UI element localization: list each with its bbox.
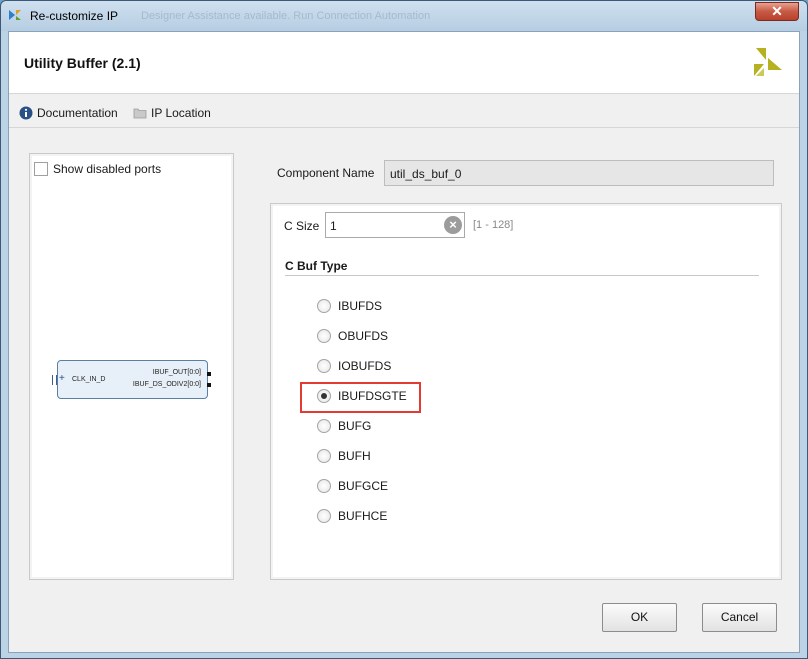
info-icon xyxy=(19,106,33,120)
radio-iobufds[interactable]: IOBUFDS xyxy=(317,359,391,373)
ip-location-label: IP Location xyxy=(151,106,211,120)
symbol-preview-panel: Show disabled ports + CLK_IN_D IBUF_OUT[… xyxy=(29,153,234,580)
expand-plus-icon: + xyxy=(59,373,65,384)
radio-button[interactable] xyxy=(317,509,331,523)
window-title: Re-customize IP xyxy=(30,9,119,23)
selection-highlight-box xyxy=(300,382,421,413)
output-pin xyxy=(207,383,211,387)
radio-button[interactable] xyxy=(317,359,331,373)
output-port-label: IBUF_DS_ODIV2[0:0] xyxy=(132,381,201,388)
radio-button[interactable] xyxy=(317,449,331,463)
recustomize-ip-dialog: Re-customize IP Designer Assistance avai… xyxy=(0,0,808,659)
radio-label: BUFG xyxy=(338,419,372,433)
radio-button[interactable] xyxy=(317,299,331,313)
clear-icon[interactable]: × xyxy=(444,216,462,234)
radio-ibufds[interactable]: IBUFDS xyxy=(317,299,382,313)
show-disabled-ports-checkbox[interactable] xyxy=(34,162,48,176)
output-port-label: IBUF_OUT[0:0] xyxy=(152,369,201,376)
radio-label: IOBUFDS xyxy=(338,359,392,373)
input-port-label: CLK_IN_D xyxy=(72,376,106,383)
radio-bufg[interactable]: BUFG xyxy=(317,419,371,433)
background-banner-text: Designer Assistance available. Run Conne… xyxy=(141,10,431,22)
component-name-label: Component Name xyxy=(277,166,375,180)
component-name-field[interactable]: util_ds_buf_0 xyxy=(384,160,774,186)
vivado-app-icon xyxy=(9,10,21,20)
radio-label: BUFGCE xyxy=(338,479,389,493)
radio-obufds[interactable]: OBUFDS xyxy=(317,329,388,343)
cancel-button[interactable]: Cancel xyxy=(702,603,777,632)
ip-location-link[interactable]: IP Location xyxy=(133,106,211,120)
dialog-body: Utility Buffer (2.1) Documentation IP Lo… xyxy=(8,31,800,653)
c-size-range: [1 - 128] xyxy=(473,219,514,231)
close-button[interactable]: ✕ xyxy=(755,2,799,21)
radio-label: BUFHCE xyxy=(338,509,388,523)
radio-button[interactable] xyxy=(317,419,331,433)
xilinx-logo-icon xyxy=(754,48,782,76)
documentation-link[interactable]: Documentation xyxy=(19,106,118,120)
radio-label: OBUFDS xyxy=(338,329,389,343)
ok-button[interactable]: OK xyxy=(602,603,677,632)
input-bus-pin xyxy=(52,375,57,385)
header: Utility Buffer (2.1) xyxy=(9,32,799,94)
page-title: Utility Buffer (2.1) xyxy=(24,55,141,71)
link-bar: Documentation IP Location xyxy=(9,98,799,128)
radio-bufgce[interactable]: BUFGCE xyxy=(317,479,388,493)
radio-label: BUFH xyxy=(338,449,371,463)
documentation-label: Documentation xyxy=(37,106,118,120)
radio-button[interactable] xyxy=(317,329,331,343)
folder-icon xyxy=(133,108,147,119)
buf-type-section-title: C Buf Type xyxy=(285,259,759,276)
ip-block-symbol: + CLK_IN_D IBUF_OUT[0:0] IBUF_DS_ODIV2[0… xyxy=(52,360,211,399)
c-size-label: C Size xyxy=(284,219,320,233)
radio-button[interactable] xyxy=(317,479,331,493)
configuration-panel: C Size 1 × [1 - 128] C Buf Type IBUFDS O… xyxy=(270,203,782,580)
radio-bufh[interactable]: BUFH xyxy=(317,449,371,463)
radio-bufhce[interactable]: BUFHCE xyxy=(317,509,387,523)
radio-label: IBUFDS xyxy=(338,299,383,313)
show-disabled-ports-label: Show disabled ports xyxy=(53,162,162,176)
output-pin xyxy=(207,372,211,376)
title-bar: Re-customize IP Designer Assistance avai… xyxy=(1,1,807,31)
